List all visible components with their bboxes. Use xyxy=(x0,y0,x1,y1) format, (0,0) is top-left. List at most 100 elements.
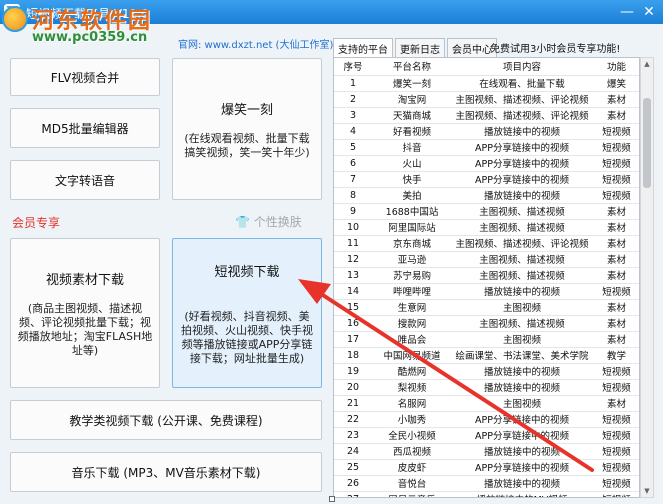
cell-index: 27 xyxy=(334,491,372,497)
cell-platform: 生意网 xyxy=(372,299,452,316)
cell-content: 主图视频 xyxy=(452,395,592,412)
trial-promo: 免费试用3小时会员专享功能! xyxy=(490,44,621,55)
text-to-speech-button[interactable]: 文字转语音 xyxy=(10,160,160,200)
cell-content: 主图视频、描述视频 xyxy=(452,203,592,220)
cell-index: 18 xyxy=(334,347,372,364)
cell-platform: 苏宁易购 xyxy=(372,267,452,284)
table-row[interactable]: 18 中国网易频道 绘画课堂、书法课堂、美术学院 教学 xyxy=(334,347,639,364)
table-row[interactable]: 17 唯品会 主图视频 素材 xyxy=(334,331,639,348)
table-header-row: 序号 平台名称 项目内容 功能 xyxy=(334,58,639,76)
cell-index: 12 xyxy=(334,251,372,268)
table-row[interactable]: 16 搜款网 主图视频、描述视频 素材 xyxy=(334,315,639,332)
table-row[interactable]: 26 音悦台 播放链接中的视频 短视频 xyxy=(334,475,639,492)
table-scrollbar[interactable]: ▲ ▼ xyxy=(640,57,654,498)
tab-platforms[interactable]: 支持的平台 xyxy=(333,38,393,57)
cell-content: APP分享链接中的视频 xyxy=(452,171,592,188)
cell-content: APP分享链接中的视频 xyxy=(452,411,592,428)
cell-function: 素材 xyxy=(592,235,639,252)
table-row[interactable]: 8 美拍 播放链接中的视频 短视频 xyxy=(334,187,639,204)
cell-content: 播放链接中的视频 xyxy=(452,363,592,380)
baoxiao-button[interactable]: 爆笑一刻 (在线观看视频、批量下载搞笑视频，笑一笑十年少) xyxy=(172,58,322,200)
table-row[interactable]: 12 亚马逊 主图视频、描述视频 素材 xyxy=(334,251,639,268)
cell-platform: 西瓜视频 xyxy=(372,443,452,460)
table-row[interactable]: 20 梨视频 播放链接中的视频 短视频 xyxy=(334,379,639,396)
cell-index: 7 xyxy=(334,171,372,188)
cell-function: 短视频 xyxy=(592,283,639,300)
table-row[interactable]: 19 酷燃网 播放链接中的视频 短视频 xyxy=(334,363,639,380)
table-row[interactable]: 27网易云音乐播放链接中的MV视频短视频 xyxy=(334,491,639,497)
cell-index: 3 xyxy=(334,107,372,124)
official-site-link[interactable]: 官网: www.dxzt.net (大仙工作室) xyxy=(178,36,333,51)
music-download-button[interactable]: 音乐下载 (MP3、MV音乐素材下载) xyxy=(10,452,322,492)
minimize-button[interactable]: — xyxy=(616,2,638,22)
cell-index: 10 xyxy=(334,219,372,236)
cell-index: 22 xyxy=(334,411,372,428)
flv-merge-button[interactable]: FLV视频合并 xyxy=(10,58,160,96)
table-row[interactable]: 2 淘宝网 主图视频、描述视频、评论视频 素材 xyxy=(334,91,639,108)
short-video-download-button[interactable]: 短视频下载 (好看视频、抖音视频、美拍视频、火山视频、快手视频等播放链接或APP… xyxy=(172,238,322,388)
cell-content: 主图视频、描述视频 xyxy=(452,251,592,268)
table-row[interactable]: 11 京东商城 主图视频、描述视频、评论视频 素材 xyxy=(334,235,639,252)
cell-function: 短视频 xyxy=(592,171,639,188)
table-row[interactable]: 23 全民小视频 APP分享链接中的视频 短视频 xyxy=(334,427,639,444)
table-row[interactable]: 1 爆笑一刻 在线观看、批量下载 爆笑 xyxy=(334,75,639,92)
tab-changelog[interactable]: 更新日志 xyxy=(395,38,445,57)
md5-editor-button[interactable]: MD5批量编辑器 xyxy=(10,108,160,148)
table-row[interactable]: 13 苏宁易购 主图视频、描述视频 素材 xyxy=(334,267,639,284)
cell-platform: 小咖秀 xyxy=(372,411,452,428)
cell-index: 2 xyxy=(334,91,372,108)
table-row[interactable]: 7 快手 APP分享链接中的视频 短视频 xyxy=(334,171,639,188)
cell-index: 25 xyxy=(334,459,372,476)
skin-change-link[interactable]: 👕 个性换肤 xyxy=(235,213,302,230)
cell-index: 26 xyxy=(334,475,372,492)
table-row[interactable]: 22 小咖秀 APP分享链接中的视频 短视频 xyxy=(334,411,639,428)
cell-content: 主图视频 xyxy=(452,331,592,348)
cell-function: 素材 xyxy=(592,331,639,348)
scroll-down-icon[interactable]: ▼ xyxy=(643,487,651,495)
table-row[interactable]: 21 名服网 主图视频 素材 xyxy=(334,395,639,412)
col-header-index: 序号 xyxy=(334,58,372,76)
table-row[interactable]: 4 好看视频 播放链接中的视频 短视频 xyxy=(334,123,639,140)
table-row[interactable]: 25 皮皮虾 APP分享链接中的视频 短视频 xyxy=(334,459,639,476)
table-row[interactable]: 24 西瓜视频 播放链接中的视频 短视频 xyxy=(334,443,639,460)
cell-index: 15 xyxy=(334,299,372,316)
cell-function: 短视频 xyxy=(592,475,639,492)
cell-platform: 梨视频 xyxy=(372,379,452,396)
cell-content: 在线观看、批量下载 xyxy=(452,75,592,92)
resize-handle[interactable] xyxy=(329,496,335,502)
table-row[interactable]: 14 哔哩哔哩 播放链接中的视频 短视频 xyxy=(334,283,639,300)
table-row[interactable]: 10 阿里国际站 主图视频、描述视频 素材 xyxy=(334,219,639,236)
watermark-url: www.pc0359.cn xyxy=(32,30,148,45)
cell-function: 素材 xyxy=(592,315,639,332)
cell-index: 24 xyxy=(334,443,372,460)
cell-function: 短视频 xyxy=(592,443,639,460)
material-download-button[interactable]: 视频素材下载 (商品主图视频、描述视频、评论视频批量下载；视频播放地址；淘宝FL… xyxy=(10,238,160,388)
vip-section-label: 会员专享 xyxy=(12,216,61,230)
cell-index: 13 xyxy=(334,267,372,284)
material-desc: (商品主图视频、描述视频、评论视频批量下载；视频播放地址；淘宝FLASH地址等) xyxy=(17,301,153,357)
table-row[interactable]: 6 火山 APP分享链接中的视频 短视频 xyxy=(334,155,639,172)
baoxiao-desc: (在线观看视频、批量下载搞笑视频，笑一笑十年少) xyxy=(184,131,310,159)
table-row[interactable]: 9 1688中国站 主图视频、描述视频 素材 xyxy=(334,203,639,220)
cell-content: 主图视频、描述视频、评论视频 xyxy=(452,235,592,252)
cell-function: 素材 xyxy=(592,395,639,412)
cell-platform: 爆笑一刻 xyxy=(372,75,452,92)
scroll-up-icon[interactable]: ▲ xyxy=(643,60,651,68)
cell-platform: 抖音 xyxy=(372,139,452,156)
table-row[interactable]: 3 天猫商城 主图视频、描述视频、评论视频 素材 xyxy=(334,107,639,124)
cell-content: APP分享链接中的视频 xyxy=(452,459,592,476)
table-row[interactable]: 15 生意网 主图视频 素材 xyxy=(334,299,639,316)
edu-download-button[interactable]: 教学类视频下载 (公开课、免费课程) xyxy=(10,400,322,440)
cell-platform: 京东商城 xyxy=(372,235,452,252)
cell-platform: 亚马逊 xyxy=(372,251,452,268)
cell-platform: 唯品会 xyxy=(372,331,452,348)
cell-index: 8 xyxy=(334,187,372,204)
table-row[interactable]: 5 抖音 APP分享链接中的视频 短视频 xyxy=(334,139,639,156)
cell-function: 素材 xyxy=(592,267,639,284)
cell-function: 短视频 xyxy=(592,427,639,444)
skin-change-label: 个性换肤 xyxy=(253,215,302,229)
cell-content: 播放链接中的视频 xyxy=(452,379,592,396)
scroll-thumb[interactable] xyxy=(643,98,651,188)
cell-content: 播放链接中的视频 xyxy=(452,283,592,300)
close-button[interactable]: ✕ xyxy=(638,2,660,22)
